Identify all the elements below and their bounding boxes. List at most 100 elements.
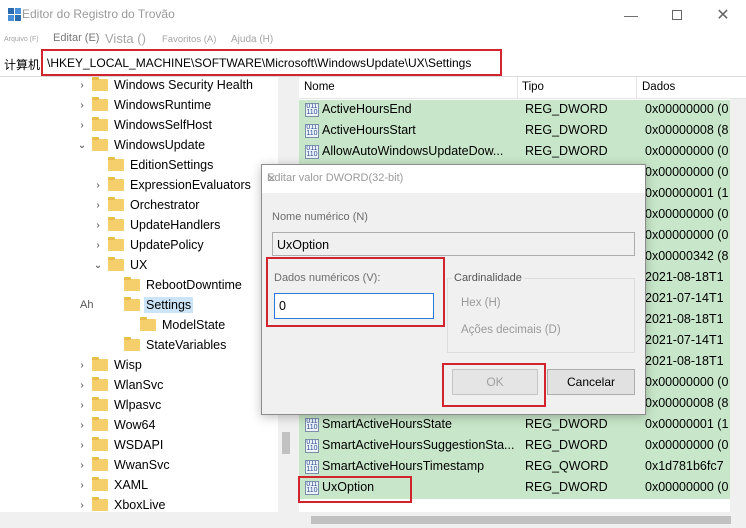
chevron-icon[interactable]: ⌄ — [92, 260, 104, 271]
column-name-header[interactable]: Nome — [304, 81, 335, 93]
tree-item-label: Windows Security Health — [114, 78, 253, 92]
chevron-icon[interactable]: › — [92, 200, 104, 211]
tree-item[interactable]: ModelState — [124, 315, 227, 335]
registry-tree: › Windows Security Health › WindowsRuntime ›… — [0, 77, 294, 512]
chevron-icon[interactable]: › — [76, 460, 88, 471]
folder-icon — [92, 437, 108, 451]
tree-item[interactable]: › Orchestrator — [92, 195, 201, 215]
value-row[interactable]: 011 110 SmartActiveHoursState REG_DWORD 0x00… — [299, 415, 746, 436]
binary-value-icon: 011110 — [305, 103, 319, 117]
folder-icon — [108, 257, 124, 271]
tree-item[interactable]: › XAML — [76, 475, 150, 495]
menu-view[interactable]: Vista () — [105, 31, 146, 46]
menu-favorites[interactable]: Favoritos (A) — [162, 34, 216, 45]
chevron-icon[interactable]: › — [76, 400, 88, 411]
list-vertical-scrollbar[interactable] — [730, 99, 746, 512]
tree-item[interactable]: › Wow64 — [76, 415, 157, 435]
chevron-icon[interactable]: › — [76, 500, 88, 511]
tree-item-label: WSDAPI — [114, 438, 164, 452]
ok-button[interactable]: OK — [452, 369, 538, 395]
tree-item[interactable]: › Wisp — [76, 355, 144, 375]
value-row[interactable]: 011 110 SmartActiveHoursTimestamp REG_QWORD… — [299, 457, 746, 478]
tree-item[interactable]: StateVariables — [108, 335, 228, 355]
folder-icon — [140, 317, 156, 331]
tree-item-label: Wisp — [114, 358, 142, 372]
tree-item[interactable]: › ExpressionEvaluators — [92, 175, 253, 195]
chevron-icon[interactable]: › — [76, 120, 88, 131]
chevron-icon[interactable]: › — [76, 80, 88, 91]
address-path[interactable]: \HKEY_LOCAL_MACHINE\SOFTWARE\Microsoft\W… — [47, 56, 471, 70]
tree-item-label: ModelState — [162, 318, 226, 332]
close-button[interactable]: ✕ — [700, 0, 746, 30]
chevron-icon[interactable]: › — [76, 100, 88, 111]
folder-icon — [92, 117, 108, 131]
binary-value-icon: 011110 — [305, 481, 319, 495]
tree-item[interactable]: ⌄ WindowsUpdate — [76, 135, 207, 155]
value-row[interactable]: 011 110 AllowAutoWindowsUpdateDow... REG_DW… — [299, 142, 746, 163]
list-hscroll-thumb[interactable] — [311, 516, 731, 524]
binary-value-icon: 011110 — [305, 439, 319, 453]
tree-item-label: XAML — [114, 478, 149, 492]
value-type: REG_DWORD — [525, 123, 608, 137]
tree-item[interactable]: › Windows Security Health — [76, 77, 255, 95]
folder-icon — [92, 137, 108, 151]
folder-icon — [92, 457, 108, 471]
tree-item[interactable]: › UpdatePolicy — [92, 235, 206, 255]
chevron-icon[interactable]: › — [92, 240, 104, 251]
tree-horizontal-scrollbar[interactable] — [0, 512, 294, 528]
value-type: REG_DWORD — [525, 102, 608, 116]
value-data-input[interactable]: 0 — [274, 293, 434, 319]
chevron-icon[interactable]: › — [92, 180, 104, 191]
column-data-header[interactable]: Dados — [642, 81, 675, 93]
maximize-button[interactable] — [654, 0, 700, 30]
tree-item[interactable]: RebootDowntime — [108, 275, 244, 295]
tree-item-label: WlanSvc — [114, 378, 164, 392]
tree-item[interactable]: › WindowsSelfHost — [76, 115, 214, 135]
column-type-header[interactable]: Tipo — [522, 81, 544, 93]
tree-item[interactable]: › WwanSvc — [76, 455, 172, 475]
value-data: 2021-07-14T1 — [645, 291, 724, 305]
tree-item[interactable]: › WlanSvc — [76, 375, 165, 395]
value-row[interactable]: 011 110 ActiveHoursEnd REG_DWORD 0x00000000 … — [299, 100, 746, 121]
tree-item[interactable]: › WindowsRuntime — [76, 95, 213, 115]
tree-scroll-thumb[interactable] — [282, 432, 290, 454]
value-name: ActiveHoursStart — [322, 123, 416, 137]
value-row[interactable]: 011 110 ActiveHoursStart REG_DWORD 0x0000000… — [299, 121, 746, 142]
tree-item-label: UpdateHandlers — [130, 218, 221, 232]
tree-item[interactable]: › XboxLive — [76, 495, 167, 512]
chevron-icon[interactable]: › — [76, 360, 88, 371]
dialog-close-icon[interactable]: ✕ — [267, 172, 635, 185]
cancel-button[interactable]: Cancelar — [547, 369, 635, 395]
window-title: Editor do Registro do Trovão — [22, 7, 175, 21]
value-name: ActiveHoursEnd — [322, 102, 412, 116]
folder-icon — [108, 217, 124, 231]
tree-item[interactable]: EditionSettings — [92, 155, 215, 175]
chevron-icon[interactable]: › — [76, 420, 88, 431]
tree-item[interactable]: ⌄ UX — [92, 255, 149, 275]
value-data: 0x00000000 (0 — [645, 375, 729, 389]
value-row[interactable]: 011 110 UxOption REG_DWORD 0x00000000 (0 — [299, 478, 746, 499]
menu-help[interactable]: Ajuda (H) — [231, 34, 273, 45]
chevron-icon[interactable]: › — [92, 220, 104, 231]
hex-radio[interactable]: Hex (H) — [461, 297, 501, 309]
decimal-radio[interactable]: Ações decimais (D) — [461, 324, 561, 336]
chevron-icon[interactable]: › — [76, 440, 88, 451]
menu-file[interactable]: Arquivo (F) — [4, 36, 39, 43]
tree-item[interactable]: Ah Settings — [80, 295, 194, 315]
folder-icon — [124, 337, 140, 351]
tree-item-label: WwanSvc — [114, 458, 170, 472]
chevron-icon[interactable]: › — [76, 380, 88, 391]
chevron-icon[interactable]: ⌄ — [76, 140, 88, 151]
folder-icon — [92, 77, 108, 91]
tree-item[interactable]: › UpdateHandlers — [92, 215, 222, 235]
chevron-icon[interactable]: › — [76, 480, 88, 491]
list-horizontal-scrollbar[interactable] — [299, 512, 746, 528]
value-row[interactable]: 011 110 SmartActiveHoursSuggestionSta... RE… — [299, 436, 746, 457]
menu-edit[interactable]: Editar (E) — [53, 32, 99, 44]
tree-item[interactable]: › Wlpasvc — [76, 395, 163, 415]
value-name: AllowAutoWindowsUpdateDow... — [322, 144, 504, 158]
address-bar[interactable]: 计算机 \HKEY_LOCAL_MACHINE\SOFTWARE\Microso… — [0, 50, 746, 77]
minimize-button[interactable]: — — [608, 0, 654, 30]
binary-value-icon: 011110 — [305, 460, 319, 474]
tree-item[interactable]: › WSDAPI — [76, 435, 165, 455]
